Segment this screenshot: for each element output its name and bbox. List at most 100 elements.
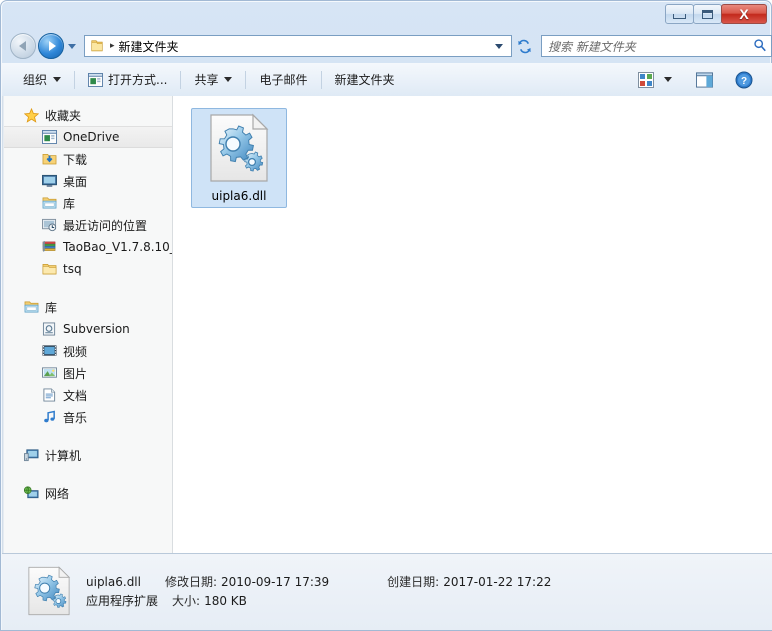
folder-icon <box>42 262 57 276</box>
details-line-secondary: 应用程序扩展 大小: 180 KB <box>86 592 551 611</box>
share-button[interactable]: 共享 <box>185 68 241 91</box>
recent-locations-chevron-icon[interactable] <box>68 43 76 49</box>
details-line-primary: uipla6.dll 修改日期: 2010-09-17 17:39 创建日期: … <box>86 573 551 592</box>
forward-button[interactable] <box>38 33 64 59</box>
details-size-label: 大小: <box>172 594 201 608</box>
organize-button[interactable]: 组织 <box>14 68 70 91</box>
email-button[interactable]: 电子邮件 <box>250 68 316 91</box>
maximize-button[interactable] <box>693 4 722 24</box>
details-created-label: 创建日期: <box>387 575 440 589</box>
file-name-label: uipla6.dll <box>211 189 267 203</box>
refresh-button[interactable] <box>514 35 535 57</box>
minimize-button[interactable] <box>665 4 694 24</box>
address-bar[interactable]: ▸ 新建文件夹 <box>84 35 512 57</box>
details-modified-label: 修改日期: <box>164 575 218 589</box>
address-row: ▸ 新建文件夹 搜索 新建文件夹 <box>2 29 772 63</box>
sidebar-item-label: 图片 <box>63 366 88 381</box>
sidebar-item-label: 下载 <box>63 152 88 167</box>
sidebar-item-subversion[interactable]: Subversion <box>2 318 172 340</box>
sidebar-item-label: TaoBao_V1.7.8.10_ <box>63 240 172 254</box>
new-folder-button[interactable]: 新建文件夹 <box>326 68 404 91</box>
organize-label: 组织 <box>23 73 48 87</box>
svg-text:?: ? <box>741 76 747 87</box>
sidebar-item-label: Subversion <box>63 322 130 336</box>
sidebar-item-label: 库 <box>63 196 76 211</box>
details-modified-value: 2010-09-17 17:39 <box>221 575 330 589</box>
sidebar-edge <box>2 96 4 553</box>
books-icon <box>42 240 57 254</box>
chevron-down-icon[interactable] <box>495 43 503 49</box>
dll-gears-icon <box>26 565 72 620</box>
sidebar-item-library[interactable]: 库 <box>2 192 172 214</box>
search-box[interactable]: 搜索 新建文件夹 <box>540 35 772 57</box>
details-created-value: 2017-01-22 17:22 <box>443 575 552 589</box>
details-file-name: uipla6.dll <box>86 575 141 589</box>
desktop-icon <box>42 174 57 188</box>
sidebar-item-videos[interactable]: 视频 <box>2 340 172 362</box>
nav-group-favorites: 收藏夹 OneDrive 下载 桌面 库 最近访问的位置 TaoBao_V1.7… <box>2 104 172 280</box>
search-input[interactable]: 搜索 新建文件夹 <box>548 38 753 55</box>
maximize-icon <box>702 9 713 19</box>
nav-group-libraries: 库 Subversion 视频 图片 文档 音乐 <box>2 296 172 428</box>
sidebar-item-documents[interactable]: 文档 <box>2 384 172 406</box>
breadcrumb-path[interactable]: 新建文件夹 <box>119 38 495 55</box>
sidebar-item-recent-places[interactable]: 最近访问的位置 <box>2 214 172 236</box>
music-icon <box>42 410 57 424</box>
nav-group-network: 网络 <box>2 482 172 504</box>
file-list-pane[interactable]: uipla6.dll <box>173 96 772 553</box>
sidebar-item-label: 视频 <box>63 344 88 359</box>
sidebar-header-favorites[interactable]: 收藏夹 <box>2 104 172 126</box>
preview-pane-button[interactable] <box>691 68 718 92</box>
sidebar-item-taobao[interactable]: TaoBao_V1.7.8.10_ <box>2 236 172 258</box>
star-icon <box>24 107 39 123</box>
close-button[interactable]: X <box>721 4 767 24</box>
pictures-icon <box>42 366 57 380</box>
sidebar-header-network[interactable]: 网络 <box>2 482 172 504</box>
sidebar-item-tsq[interactable]: tsq <box>2 258 172 280</box>
network-icon <box>24 486 39 500</box>
toolbar-divider <box>180 70 182 89</box>
open-with-button[interactable]: 打开方式... <box>79 68 176 91</box>
sidebar-item-label: 文档 <box>63 388 88 403</box>
sidebar-item-downloads[interactable]: 下载 <box>2 148 172 170</box>
content-area: 收藏夹 OneDrive 下载 桌面 库 最近访问的位置 TaoBao_V1.7… <box>2 96 772 553</box>
view-dropdown-button[interactable] <box>659 68 677 92</box>
toolbar-divider <box>245 70 247 89</box>
chevron-down-icon <box>53 77 62 82</box>
details-size-value: 180 KB <box>204 594 247 608</box>
email-label: 电子邮件 <box>259 73 308 87</box>
window-controls: X <box>665 3 767 25</box>
open-with-label: 打开方式... <box>108 73 168 87</box>
help-button[interactable]: ? <box>730 68 758 92</box>
onedrive-icon <box>42 130 57 144</box>
title-bar[interactable]: X <box>1 1 771 29</box>
new-folder-label: 新建文件夹 <box>334 73 395 87</box>
arrow-left-icon <box>18 41 26 51</box>
sidebar-header-label: 库 <box>45 300 58 315</box>
sidebar-item-desktop[interactable]: 桌面 <box>2 170 172 192</box>
search-icon[interactable] <box>753 38 767 55</box>
sidebar-item-music[interactable]: 音乐 <box>2 406 172 428</box>
details-pane: uipla6.dll 修改日期: 2010-09-17 17:39 创建日期: … <box>2 553 772 630</box>
file-item-uipla6-dll[interactable]: uipla6.dll <box>191 108 287 208</box>
sidebar-item-label: 最近访问的位置 <box>63 218 148 233</box>
minimize-icon <box>673 14 686 19</box>
subversion-icon <box>42 322 57 336</box>
sidebar-item-pictures[interactable]: 图片 <box>2 362 172 384</box>
sidebar-item-onedrive[interactable]: OneDrive <box>2 126 172 148</box>
library-icon <box>42 196 57 210</box>
nav-group-computer: 计算机 <box>2 444 172 466</box>
sidebar-header-libraries[interactable]: 库 <box>2 296 172 318</box>
library-icon <box>24 300 39 314</box>
change-view-button[interactable] <box>633 68 659 92</box>
back-button[interactable] <box>10 33 36 59</box>
navigation-pane[interactable]: 收藏夹 OneDrive 下载 桌面 库 最近访问的位置 TaoBao_V1.7… <box>2 96 173 553</box>
folder-icon <box>90 39 104 53</box>
details-file-type: 应用程序扩展 <box>86 594 159 608</box>
sidebar-header-computer[interactable]: 计算机 <box>2 444 172 466</box>
toolbar: 组织 打开方式... 共享 电子邮件 新建文件夹 ? <box>2 63 772 97</box>
explorer-window: X ▸ 新建文件夹 搜索 新建文件夹 组织 打开方式... 共享 电子邮件 新建… <box>0 0 772 631</box>
toolbar-divider <box>320 70 322 89</box>
